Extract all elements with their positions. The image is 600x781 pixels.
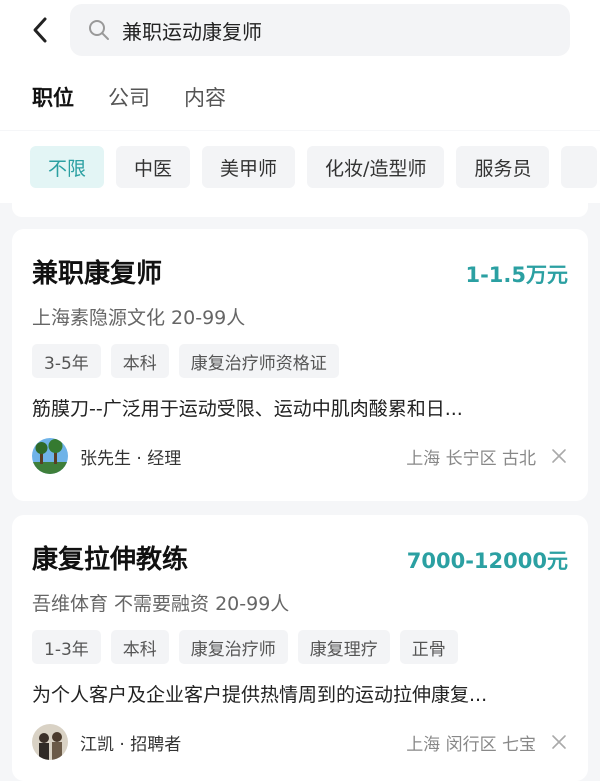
recruiter-row: 江凯 · 招聘者 上海 闵行区 七宝	[32, 723, 568, 761]
job-card[interactable]: 兼职康复师 1-1.5万元 上海素隐源文化 20-99人 3-5年 本科 康复治…	[12, 229, 588, 501]
avatar[interactable]	[32, 724, 68, 760]
job-tag: 康复理疗	[297, 630, 390, 664]
job-tag: 康复治疗师	[178, 630, 288, 664]
company-info: 吾维体育 不需要融资 20-99人	[32, 593, 290, 615]
filter-chip-all[interactable]: 不限	[30, 146, 105, 188]
job-tag: 3-5年	[32, 344, 101, 378]
company-info: 上海素隐源文化 20-99人	[32, 307, 246, 329]
filter-chip-partial[interactable]	[561, 146, 598, 188]
filter-bar: 不限 中医 美甲师 化妆/造型师 服务员	[0, 131, 600, 203]
job-tags: 1-3年 本科 康复治疗师 康复理疗 正骨	[32, 630, 458, 664]
job-tag: 1-3年	[32, 630, 101, 664]
job-location: 上海 闵行区 七宝	[406, 734, 536, 755]
previous-card-edge	[12, 203, 588, 217]
avatar[interactable]	[32, 438, 68, 474]
job-title: 兼职康复师	[32, 259, 163, 289]
recruiter-name: 张先生 · 经理	[80, 448, 182, 469]
filter-chip[interactable]: 中医	[116, 146, 191, 188]
tab-content[interactable]: 内容	[184, 82, 226, 112]
back-button[interactable]	[24, 14, 56, 46]
job-tag: 康复治疗师资格证	[178, 344, 339, 378]
recruiter-name: 江凯 · 招聘者	[80, 734, 182, 755]
job-tag: 本科	[110, 630, 169, 664]
filter-chip[interactable]: 服务员	[456, 146, 550, 188]
job-tag: 正骨	[399, 630, 458, 664]
job-salary: 1-1.5万元	[465, 263, 568, 287]
header: 兼职运动康复师 职位 公司 内容	[0, 0, 600, 130]
result-tabs: 职位 公司 内容	[32, 82, 226, 112]
tab-jobs[interactable]: 职位	[32, 82, 74, 112]
chevron-left-icon	[33, 17, 47, 43]
search-input[interactable]: 兼职运动康复师	[70, 4, 570, 56]
job-title: 康复拉伸教练	[32, 545, 189, 575]
job-tags: 3-5年 本科 康复治疗师资格证	[32, 344, 339, 378]
job-description: 为个人客户及企业客户提供热情周到的运动拉伸康复...	[32, 684, 488, 706]
job-location: 上海 长宁区 古北	[406, 448, 536, 469]
job-card[interactable]: 康复拉伸教练 7000-12000元 吾维体育 不需要融资 20-99人 1-3…	[12, 515, 588, 781]
job-salary: 7000-12000元	[406, 549, 568, 573]
job-description: 筋膜刀--广泛用于运动受限、运动中肌肉酸累和日...	[32, 398, 463, 420]
filter-chip[interactable]: 化妆/造型师	[307, 146, 445, 188]
search-query: 兼职运动康复师	[122, 19, 262, 44]
search-icon	[88, 19, 110, 41]
recruiter-row: 张先生 · 经理 上海 长宁区 古北	[32, 437, 568, 475]
filter-chip[interactable]: 美甲师	[202, 146, 296, 188]
close-icon[interactable]	[550, 447, 568, 465]
close-icon[interactable]	[550, 733, 568, 751]
tab-companies[interactable]: 公司	[108, 82, 150, 112]
job-tag: 本科	[110, 344, 169, 378]
